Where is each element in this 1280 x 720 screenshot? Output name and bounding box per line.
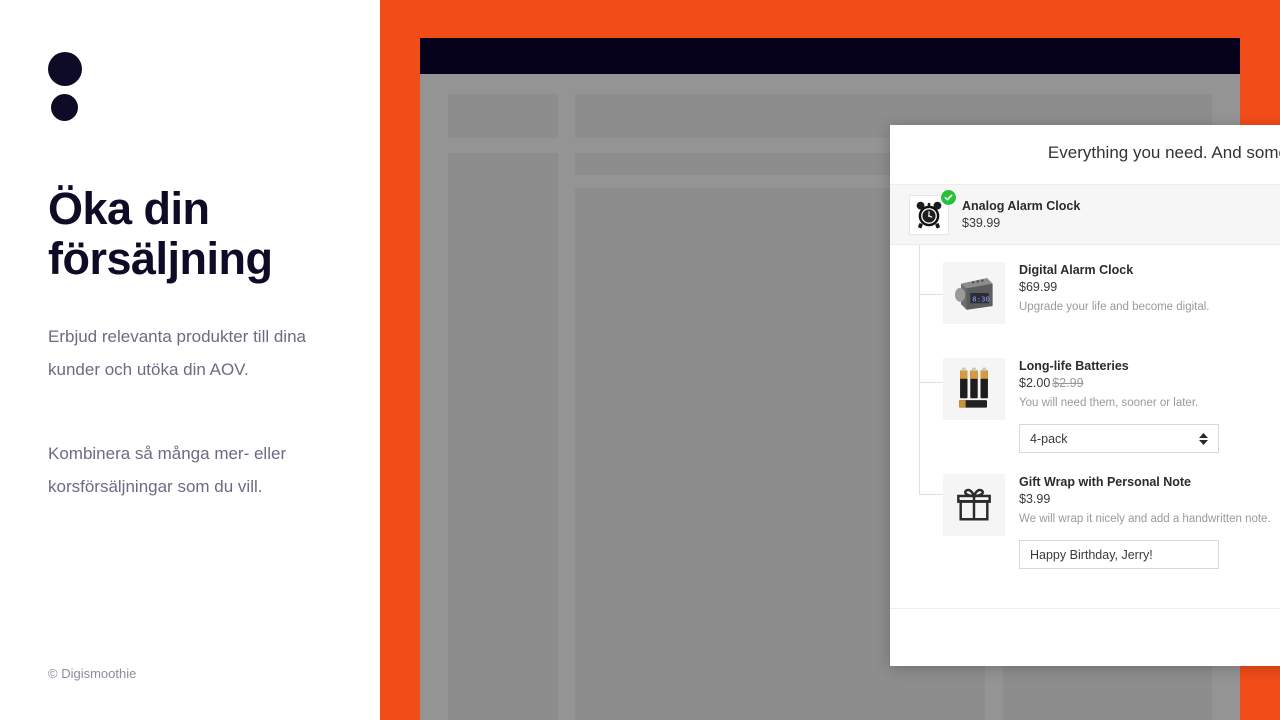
mock-placeholder-block [448, 94, 558, 138]
page-root: Öka din försäljning Erbjud relevanta pro… [0, 0, 1280, 720]
offer-price-line: $2.00 $2.99 [1019, 375, 1280, 392]
svg-text:8:30: 8:30 [972, 294, 990, 303]
offer-name: Gift Wrap with Personal Note [1019, 475, 1192, 489]
offer-price: $69.99 [1019, 280, 1058, 294]
offer-details: Long-life Batteries $2.00 $2.99 You will … [1019, 358, 1280, 453]
main-product-price: $39.99 [962, 215, 1001, 230]
offer-details: Digital Alarm Clock $69.99 Upgrade your … [1019, 262, 1280, 315]
cart-main-product-row: Analog Alarm Clock $39.99 [890, 185, 1280, 245]
offer-price-line: $69.99 [1019, 279, 1280, 296]
intro-paragraph-2: Kombinera så många mer- eller korsförsäl… [48, 444, 287, 496]
offer-description: You will need them, sooner or later. [1019, 397, 1199, 409]
copyright-notice: © Digismoothie [48, 666, 137, 681]
gift-icon [943, 474, 1005, 536]
upsell-modal: Everything you need. And something extra… [890, 125, 1280, 666]
offer-row: Long-life Batteries $2.00 $2.99 You will … [890, 341, 1280, 459]
tree-connector-horizontal [919, 382, 943, 383]
offers-list: 8:30 Digital Alarm Clock $69.99 Upgrade [890, 245, 1280, 586]
main-product-name: Analog Alarm Clock [962, 198, 1081, 213]
mock-placeholder-block [448, 153, 558, 720]
offer-price: $3.99 [1019, 492, 1051, 506]
in-cart-check-icon [940, 188, 957, 206]
personal-note-input[interactable] [1019, 540, 1219, 569]
offer-compare-at-price: $2.99 [1052, 376, 1084, 390]
logo-dot-small [51, 94, 78, 121]
tree-connector-horizontal [919, 294, 943, 295]
select-stepper-icon [1199, 432, 1208, 445]
tree-connector-horizontal [919, 494, 943, 495]
left-info-panel: Öka din försäljning Erbjud relevanta pro… [0, 0, 380, 720]
offer-name: Long-life Batteries [1019, 359, 1129, 373]
main-product-thumbnail-wrap [909, 188, 957, 235]
offer-row: Gift Wrap with Personal Note $3.99 We wi… [890, 459, 1280, 586]
modal-title: Everything you need. And something extra… [1047, 143, 1280, 162]
batteries-image [943, 358, 1005, 420]
logo-dot-large [48, 52, 82, 86]
tree-connector-vertical [919, 245, 920, 341]
offer-price-line: $3.99 [1019, 491, 1280, 508]
tree-connector-vertical [919, 459, 920, 494]
intro-paragraph-1: Erbjud relevanta produkter till dina kun… [48, 327, 306, 379]
page-title: Öka din försäljning [48, 183, 273, 285]
offer-row: 8:30 Digital Alarm Clock $69.99 Upgrade [890, 245, 1280, 341]
offer-price: $2.00 [1019, 376, 1051, 390]
variant-select-value: 4-pack [1030, 431, 1068, 446]
tree-connector-vertical [919, 341, 920, 459]
main-product-info: Analog Alarm Clock $39.99 [962, 198, 1080, 232]
digital-alarm-clock-image: 8:30 [943, 262, 1005, 324]
modal-footer: CONTINUE › [890, 608, 1280, 666]
offer-name: Digital Alarm Clock [1019, 263, 1134, 277]
digismoothie-logo [48, 52, 82, 124]
offer-description: We will wrap it nicely and add a handwri… [1019, 513, 1271, 525]
offer-details: Gift Wrap with Personal Note $3.99 We wi… [1019, 474, 1280, 569]
modal-header: Everything you need. And something extra… [890, 125, 1280, 185]
mock-window-topbar [420, 38, 1240, 74]
variant-select[interactable]: 4-pack [1019, 424, 1219, 453]
orange-stage: Everything you need. And something extra… [380, 0, 1280, 720]
offer-description: Upgrade your life and become digital. [1019, 301, 1210, 313]
